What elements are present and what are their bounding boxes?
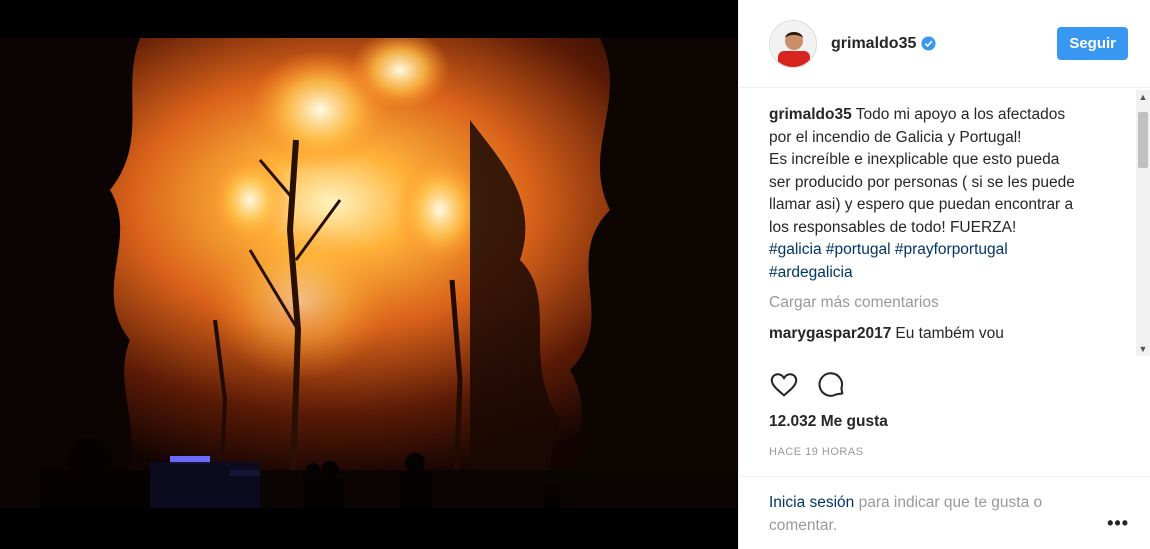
avatar-image	[770, 20, 816, 67]
post-username[interactable]: grimaldo35	[831, 35, 916, 53]
hashtag-link[interactable]: #ardegalicia	[769, 264, 853, 281]
comment-username[interactable]: marygaspar2017	[769, 325, 891, 342]
post-photo[interactable]	[0, 0, 738, 549]
comment-item: marygaspar2017 Eu também vou	[769, 323, 1119, 346]
scroll-down-arrow-icon[interactable]: ▼	[1136, 342, 1150, 356]
follow-button[interactable]: Seguir	[1057, 27, 1128, 60]
caption-line: Todo mi apoyo a los afectados	[855, 106, 1066, 123]
login-link[interactable]: Inicia sesión	[769, 494, 854, 511]
caption-line: Es increíble e inexplicable que esto pue…	[769, 151, 1060, 168]
caption-line: ser producido por personas ( si se les p…	[769, 173, 1075, 191]
forest-fire-image	[0, 0, 738, 549]
heart-icon[interactable]	[769, 370, 799, 405]
login-text: Inicia sesión para indicar que te gusta …	[769, 492, 1099, 537]
comment-text: Eu também vou	[895, 324, 1004, 342]
like-count[interactable]: 12.032 Me gusta	[769, 413, 888, 431]
hashtag-link[interactable]: #prayforportugal	[895, 241, 1008, 258]
load-more-comments-button[interactable]: Cargar más comentarios	[769, 292, 1119, 315]
instagram-post: grimaldo35 Seguir grimaldo35 Todo mi apoy…	[0, 0, 1150, 549]
more-options-icon[interactable]: •••	[1107, 513, 1129, 534]
hashtag-link[interactable]: #portugal	[826, 241, 891, 258]
caption-line: los responsables de todo! FUERZA!	[769, 218, 1017, 236]
post-header: grimaldo35 Seguir	[739, 0, 1150, 88]
caption-line: llamar asi) y espero que puedan encontra…	[769, 196, 1074, 213]
scroll-up-arrow-icon[interactable]: ▲	[1136, 90, 1150, 104]
comments-scrollbar[interactable]: ▲ ▼	[1136, 90, 1150, 356]
comment-bubble-icon[interactable]	[817, 370, 847, 405]
post-timestamp[interactable]: HACE 19 HORAS	[769, 446, 864, 458]
post-sidebar: grimaldo35 Seguir grimaldo35 Todo mi apoy…	[738, 0, 1150, 549]
action-bar	[769, 370, 847, 405]
comments-list: grimaldo35 Todo mi apoyo a los afectados …	[769, 104, 1119, 354]
caption: grimaldo35 Todo mi apoyo a los afectados …	[769, 104, 1119, 284]
scrollbar-thumb[interactable]	[1138, 112, 1148, 168]
avatar[interactable]	[769, 19, 817, 68]
caption-line: por el incendio de Galicia y Portugal!	[769, 128, 1022, 146]
verified-badge-icon	[921, 36, 936, 51]
hashtag-link[interactable]: #galicia	[769, 241, 822, 258]
login-prompt: Inicia sesión para indicar que te gusta …	[739, 476, 1150, 549]
caption-username[interactable]: grimaldo35	[769, 106, 852, 123]
